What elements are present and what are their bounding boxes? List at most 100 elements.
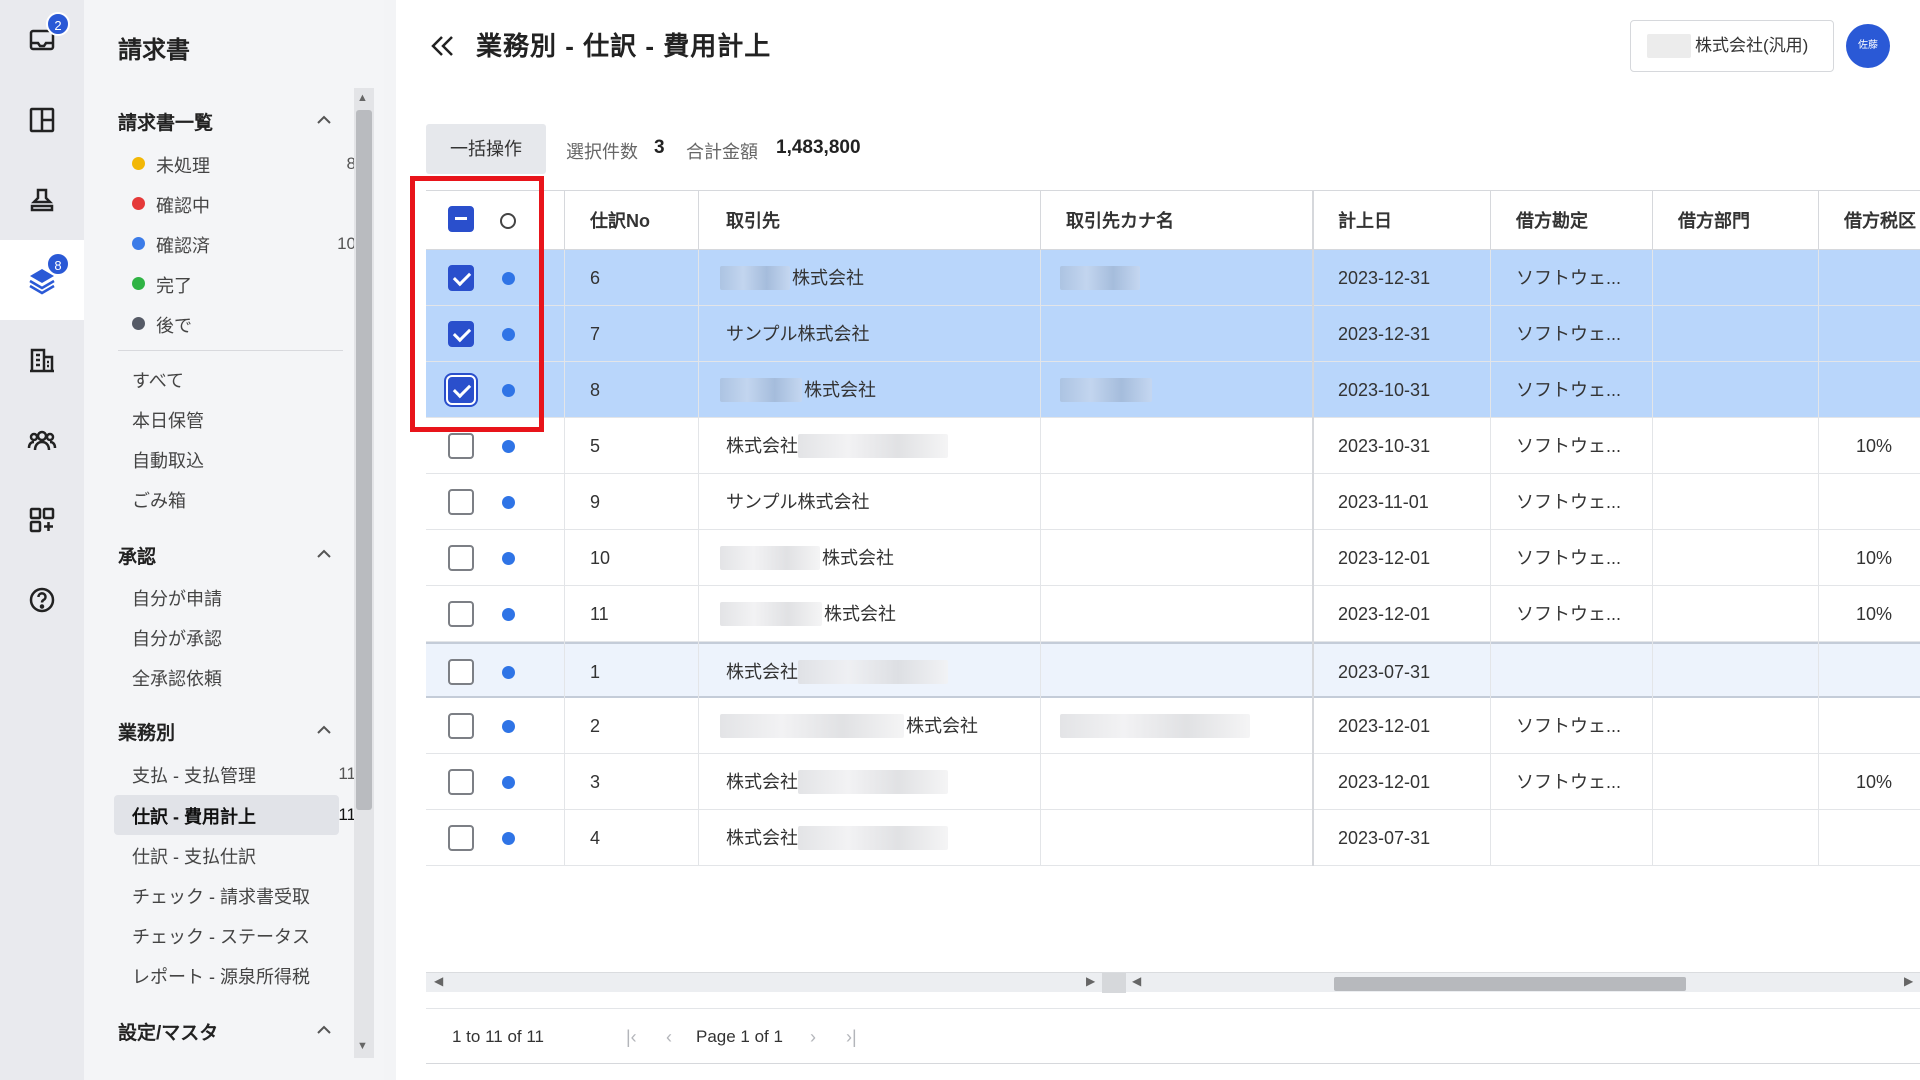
prev-page-icon[interactable]: ‹ — [666, 1009, 672, 1065]
col-header-debit-account[interactable]: 借方勘定 — [1516, 191, 1588, 251]
double-chevron-left-icon[interactable] — [426, 30, 458, 62]
rail-building[interactable] — [0, 320, 84, 400]
cell-account: ソフトウェ... — [1516, 604, 1622, 624]
first-page-icon[interactable]: |‹ — [626, 1009, 637, 1065]
col-header-debit-dept[interactable]: 借方部門 — [1678, 191, 1750, 251]
cell-date: 2023-12-01 — [1338, 772, 1431, 792]
table-row[interactable]: 4 株式会社 2023-07-31 — [426, 810, 1920, 866]
horizontal-scrollbar-thumb[interactable] — [1334, 977, 1686, 991]
row-checkbox[interactable] — [448, 489, 474, 515]
status-label: 完了 — [156, 276, 192, 296]
stamp-icon — [30, 188, 54, 212]
table-row[interactable]: 9 サンプル株式会社 2023-11-01 ソフトウェ... — [426, 474, 1920, 530]
section-approval[interactable]: 承認 — [118, 542, 156, 569]
divider — [118, 350, 343, 351]
rail-apps[interactable] — [0, 480, 84, 560]
sidebar-item-today[interactable]: 本日保管 — [132, 407, 204, 433]
table-row[interactable]: 3 株式会社 2023-12-01 ソフトウェ... 10% — [426, 754, 1920, 810]
chevron-up-icon[interactable] — [312, 718, 336, 742]
company-selector[interactable]: 株式会社(汎用) — [1630, 20, 1834, 72]
cell-date: 2023-11-01 — [1338, 492, 1429, 512]
col-divider — [1040, 191, 1041, 251]
col-divider — [1040, 250, 1041, 866]
redacted — [798, 826, 948, 850]
redacted — [720, 714, 904, 738]
section-business[interactable]: 業務別 — [118, 718, 175, 745]
next-page-icon[interactable]: › — [810, 1009, 816, 1065]
cell-date: 2023-12-01 — [1338, 604, 1431, 624]
sidebar-item-payment-entry[interactable]: 仕訳 - 支払仕訳 — [132, 843, 256, 869]
section-invoice-list[interactable]: 請求書一覧 — [118, 108, 213, 135]
row-checkbox[interactable] — [448, 825, 474, 851]
cell-tax: 10% — [1856, 436, 1893, 456]
col-header-vendor[interactable]: 取引先 — [726, 191, 780, 251]
cell-account: ソフトウェ... — [1516, 492, 1622, 512]
row-checkbox[interactable] — [448, 659, 474, 685]
row-range: 1 to 11 of 11 — [452, 1027, 544, 1046]
rail-users[interactable] — [0, 400, 84, 480]
scroll-left-icon[interactable]: ◀ — [434, 974, 443, 988]
row-checkbox[interactable] — [448, 433, 474, 459]
table-row[interactable]: 8 株式会社 2023-10-31 ソフトウェ... — [426, 362, 1920, 418]
rail-stamp[interactable] — [0, 160, 84, 240]
status-dot — [502, 776, 515, 789]
col-header-vendor-kana[interactable]: 取引先カナ名 — [1066, 191, 1174, 251]
table-row[interactable]: 10 株式会社 2023-12-01 ソフトウェ... 10% — [426, 530, 1920, 586]
sidebar-item-check-receipt[interactable]: チェック - 請求書受取 — [132, 883, 310, 909]
sidebar-item-all[interactable]: すべて — [132, 367, 184, 393]
row-checkbox[interactable] — [448, 769, 474, 795]
redacted — [798, 660, 948, 684]
row-checkbox[interactable] — [448, 601, 474, 627]
cell-date: 2023-10-31 — [1338, 380, 1431, 400]
cell-vendor: サンプル株式会社 — [726, 492, 870, 512]
last-page-icon[interactable]: ›| — [846, 1009, 857, 1065]
scroll-left-icon[interactable]: ◀ — [1132, 974, 1141, 988]
cell-date: 2023-12-31 — [1338, 268, 1431, 288]
sidebar-item-check-status[interactable]: チェック - ステータス — [132, 923, 310, 949]
col-divider — [1490, 250, 1491, 866]
table-row[interactable]: 11 株式会社 2023-12-01 ソフトウェ... 10% — [426, 586, 1920, 642]
layers-badge: 8 — [46, 252, 70, 276]
scroll-right-icon[interactable]: ▶ — [1904, 974, 1913, 988]
sidebar-item-my-requests[interactable]: 自分が申請 — [132, 585, 222, 611]
sidebar-item-report-withholding[interactable]: レポート - 源泉所得税 — [132, 963, 310, 989]
avatar[interactable]: 佐藤 — [1846, 24, 1890, 68]
scroll-down-icon[interactable]: ▼ — [357, 1040, 368, 1052]
row-checkbox[interactable] — [448, 713, 474, 739]
status-dot — [132, 197, 145, 210]
chevron-up-icon[interactable] — [312, 542, 336, 566]
cell-no: 6 — [590, 268, 601, 288]
row-checkbox[interactable] — [448, 545, 474, 571]
rail-layout[interactable] — [0, 80, 84, 160]
chevron-up-icon[interactable] — [312, 1018, 336, 1042]
horizontal-scrollbar[interactable]: ◀ ▶ ◀ ▶ — [426, 972, 1920, 993]
sidebar-item-trash[interactable]: ごみ箱 — [132, 487, 186, 513]
status-dot — [502, 440, 515, 453]
table-row[interactable]: 2 株式会社 2023-12-01 ソフトウェ... — [426, 698, 1920, 754]
redacted — [720, 546, 820, 570]
sidebar-scrollbar-thumb[interactable] — [356, 110, 372, 810]
cell-no: 8 — [590, 380, 601, 400]
chevron-up-icon[interactable] — [312, 108, 336, 132]
sidebar-item-auto-import[interactable]: 自動取込 — [132, 447, 204, 473]
section-settings[interactable]: 設定/マスタ — [118, 1018, 218, 1045]
bulk-action-button[interactable]: 一括操作 — [426, 124, 546, 174]
rail-inbox[interactable]: 2 — [0, 0, 84, 80]
table-row[interactable]: 5 株式会社 2023-10-31 ソフトウェ... 10% — [426, 418, 1920, 474]
col-header-no[interactable]: 仕訳No — [590, 191, 650, 251]
table-row[interactable]: 1 株式会社 2023-07-31 — [426, 642, 1920, 698]
table-row[interactable]: 6 株式会社 2023-12-31 ソフトウェ... — [426, 250, 1920, 306]
sidebar-item-all-requests[interactable]: 全承認依頼 — [132, 665, 222, 691]
scroll-right-icon[interactable]: ▶ — [1086, 974, 1095, 988]
sidebar-item-my-approvals[interactable]: 自分が承認 — [132, 625, 222, 651]
rail-help[interactable] — [0, 560, 84, 640]
scroll-up-icon[interactable]: ▲ — [357, 92, 368, 104]
table-row[interactable]: 7 サンプル株式会社 2023-12-31 ソフトウェ... — [426, 306, 1920, 362]
cell-date: 2023-12-01 — [1338, 548, 1431, 568]
redacted — [720, 602, 822, 626]
inbox-badge: 2 — [46, 12, 70, 36]
total-label: 合計金額 — [686, 142, 758, 162]
rail-layers[interactable]: 8 — [0, 240, 84, 320]
col-header-debit-tax[interactable]: 借方税区 — [1844, 191, 1920, 251]
col-header-date[interactable]: 計上日 — [1338, 191, 1392, 251]
